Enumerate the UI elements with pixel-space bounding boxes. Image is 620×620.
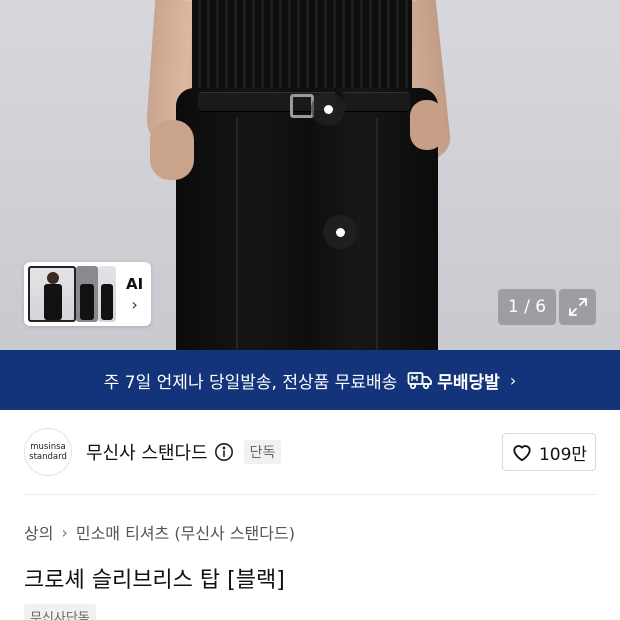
brand-logo[interactable]: musinsa standard — [24, 428, 72, 476]
hotspot-dot — [335, 227, 345, 237]
thumbnail-figure-body — [101, 284, 113, 320]
thumbnail-figure-body — [80, 284, 94, 320]
delivery-truck-icon — [407, 370, 433, 390]
breadcrumb: 상의 › 민소매 티셔츠 (무신사 스탠다드) — [24, 520, 295, 544]
hotspot-dot — [323, 104, 333, 114]
product-tag-hotspot[interactable] — [311, 92, 345, 126]
info-icon[interactable] — [214, 442, 234, 462]
expand-icon — [568, 298, 587, 316]
product-title: 크로셰 슬리브리스 탑 [블랙] — [24, 568, 285, 593]
ai-chevron-icon: › — [131, 294, 138, 314]
pants-crease — [236, 118, 238, 350]
model-top — [192, 0, 412, 100]
chevron-right-icon: › — [61, 522, 68, 542]
exclusive-tag: 단독 — [243, 440, 282, 464]
brand-row: musinsa standard 무신사 스탠다드 단독 109만 — [24, 424, 596, 480]
brand-name-link[interactable]: 무신사 스탠다드 — [86, 439, 208, 465]
ai-styling-card[interactable]: AI › — [24, 262, 151, 326]
product-image[interactable]: AI › 1 / 6 — [0, 0, 620, 350]
image-page-indicator: 1 / 6 — [498, 289, 556, 325]
model-pants — [176, 88, 438, 350]
product-tag-hotspot[interactable] — [323, 215, 357, 249]
ai-label: AI — [126, 274, 144, 293]
breadcrumb-category[interactable]: 상의 — [24, 520, 53, 544]
heart-icon — [513, 445, 531, 462]
ai-thumbnail — [76, 266, 98, 322]
shipping-banner[interactable]: 주 7일 언제나 당일발송, 전상품 무료배송 무배당발 › — [0, 350, 620, 410]
model-right-hand — [410, 100, 444, 150]
thumbnail-figure-head — [47, 272, 59, 284]
brand-logo-line: musinsa — [30, 442, 66, 452]
banner-brand: 무배당발 — [437, 372, 500, 393]
model-left-hand — [150, 120, 194, 180]
ai-thumbnails — [28, 266, 118, 322]
ai-thumbnail — [98, 266, 116, 322]
chevron-right-icon: › — [509, 370, 517, 390]
product-badge: 무신사단독 — [24, 604, 96, 620]
ai-side: AI › — [126, 275, 143, 314]
pants-crease — [376, 118, 378, 350]
divider — [24, 494, 596, 495]
breadcrumb-subcategory[interactable]: 민소매 티셔츠 (무신사 스탠다드) — [76, 520, 295, 544]
brand-logo-line: standard — [29, 452, 67, 462]
banner-text: 주 7일 언제나 당일발송, 전상품 무료배송 — [103, 372, 398, 393]
like-button[interactable]: 109만 — [502, 433, 596, 471]
like-count: 109만 — [538, 444, 588, 465]
ai-thumbnail — [28, 266, 76, 322]
thumbnail-figure-body — [44, 284, 62, 320]
expand-image-button[interactable] — [559, 289, 596, 325]
